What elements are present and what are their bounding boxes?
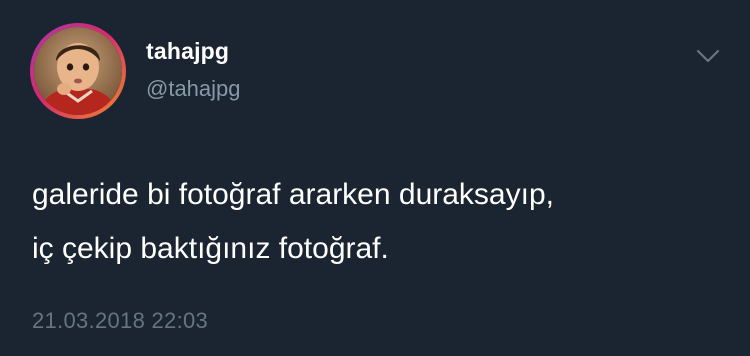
user-display-name[interactable]: tahajpg — [146, 38, 229, 65]
chevron-down-icon[interactable] — [694, 44, 722, 68]
child-portrait-avatar-icon — [34, 27, 122, 115]
tweet-timestamp[interactable]: 21.03.2018 22:03 — [32, 308, 208, 334]
avatar-image — [34, 27, 122, 115]
tweet-text: galeride bi fotoğraf ararken duraksayıp,… — [32, 168, 732, 276]
user-handle[interactable]: @tahajpg — [146, 76, 241, 102]
tweet-text-line: galeride bi fotoğraf ararken duraksayıp, — [32, 178, 554, 211]
avatar[interactable] — [30, 23, 126, 119]
tweet-text-line: iç çekip baktığınız fotoğraf. — [32, 232, 389, 265]
tweet-card: tahajpg @tahajpg galeride bi fotoğraf ar… — [0, 0, 750, 356]
